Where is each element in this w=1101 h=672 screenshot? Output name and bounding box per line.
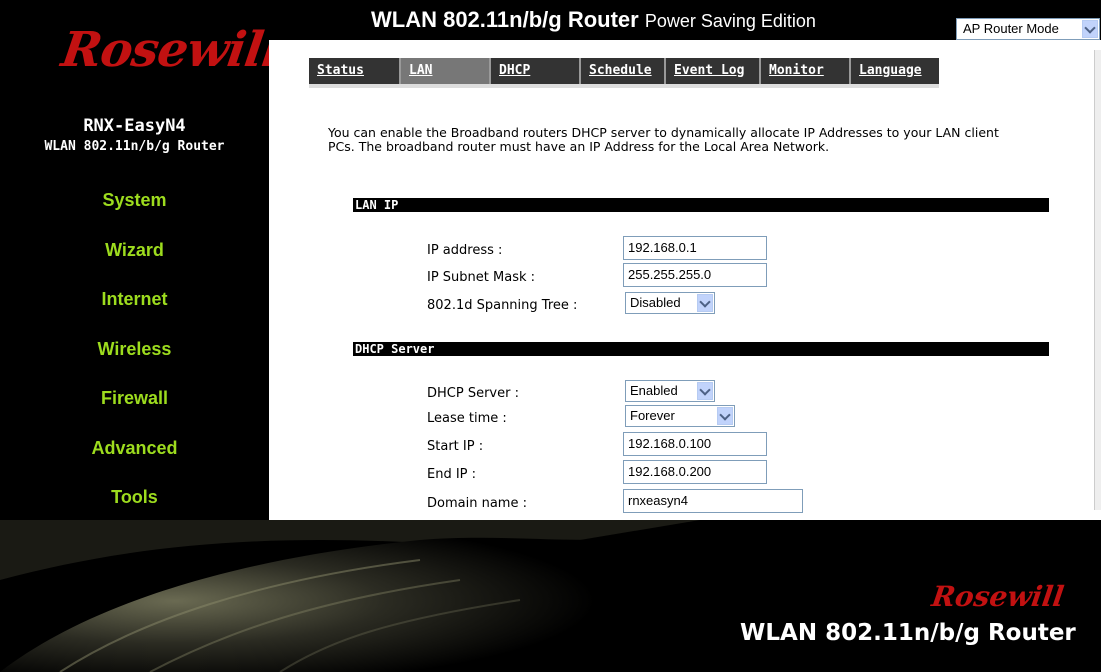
tab-event-log[interactable]: Event Log — [664, 58, 759, 84]
mode-select-value: AP Router Mode — [963, 21, 1059, 36]
model-name: RNX-EasyN4 — [83, 116, 186, 136]
header: WLAN 802.11n/b/g Router Power Saving Edi… — [269, 0, 1101, 40]
start-ip-label: Start IP : — [427, 439, 484, 454]
start-ip-field[interactable]: 192.168.0.100 — [623, 432, 767, 456]
domain-name-label: Domain name : — [427, 496, 527, 511]
nav-internet[interactable]: Internet — [0, 289, 269, 310]
ip-address-field[interactable]: 192.168.0.1 — [623, 236, 767, 260]
section-dhcp-server: DHCP Server — [353, 342, 1049, 356]
scrollbar[interactable] — [1094, 50, 1101, 510]
nav-advanced[interactable]: Advanced — [0, 438, 269, 459]
main-content: Status LAN DHCP Schedule Event Log Monit… — [269, 40, 1101, 520]
tab-status[interactable]: Status — [309, 58, 399, 84]
dhcp-server-label: DHCP Server : — [427, 386, 519, 401]
lease-time-label: Lease time : — [427, 411, 507, 426]
page-title: WLAN 802.11n/b/g Router Power Saving Edi… — [371, 7, 816, 33]
domain-name-field[interactable]: rnxeasyn4 — [623, 489, 803, 513]
spanning-tree-select[interactable]: Disabled — [625, 292, 715, 314]
nav-wizard[interactable]: Wizard — [0, 240, 269, 261]
nav-system[interactable]: System — [0, 190, 269, 211]
tab-bar: Status LAN DHCP Schedule Event Log Monit… — [309, 58, 939, 84]
title-sub: Power Saving Edition — [644, 11, 816, 31]
dhcp-server-select[interactable]: Enabled — [625, 380, 715, 402]
footer-text: WLAN 802.11n/b/g Router — [740, 620, 1076, 646]
rosewill-logo: Rosewill® — [58, 22, 292, 78]
spanning-tree-label: 802.1d Spanning Tree : — [427, 298, 578, 313]
lease-time-select[interactable]: Forever — [625, 405, 735, 427]
nav-firewall[interactable]: Firewall — [0, 388, 269, 409]
title-main: WLAN 802.11n/b/g Router — [371, 7, 639, 32]
nav-wireless[interactable]: Wireless — [0, 339, 269, 360]
lease-time-value: Forever — [630, 408, 675, 423]
sidebar: Rosewill® RNX-EasyN4 WLAN 802.11n/b/g Ro… — [0, 0, 292, 520]
ip-address-label: IP address : — [427, 243, 503, 258]
tab-monitor[interactable]: Monitor — [759, 58, 849, 84]
tab-schedule[interactable]: Schedule — [579, 58, 664, 84]
footer-rosewill-logo: Rosewill — [929, 580, 1066, 613]
chevron-down-icon[interactable] — [697, 382, 713, 400]
footer: Rosewill WLAN 802.11n/b/g Router — [0, 520, 1101, 672]
tab-language[interactable]: Language — [849, 58, 939, 84]
chevron-down-icon[interactable] — [697, 294, 713, 312]
tab-lan[interactable]: LAN — [399, 58, 489, 84]
tab-divider — [309, 84, 939, 88]
chevron-down-icon[interactable] — [717, 407, 733, 425]
tab-dhcp[interactable]: DHCP — [489, 58, 579, 84]
intro-text: You can enable the Broadband routers DHC… — [328, 125, 999, 154]
dhcp-server-value: Enabled — [630, 383, 678, 398]
spanning-tree-value: Disabled — [630, 295, 681, 310]
subnet-mask-label: IP Subnet Mask : — [427, 270, 536, 285]
section-lan-ip: LAN IP — [353, 198, 1049, 212]
nav-tools[interactable]: Tools — [0, 487, 269, 508]
chevron-down-icon[interactable] — [1082, 20, 1098, 38]
mode-select[interactable]: AP Router Mode — [956, 18, 1100, 40]
subnet-mask-field[interactable]: 255.255.255.0 — [623, 263, 767, 287]
logo-text: Rosewill — [58, 22, 284, 78]
end-ip-label: End IP : — [427, 467, 477, 482]
model-subtitle: WLAN 802.11n/b/g Router — [44, 139, 225, 154]
end-ip-field[interactable]: 192.168.0.200 — [623, 460, 767, 484]
